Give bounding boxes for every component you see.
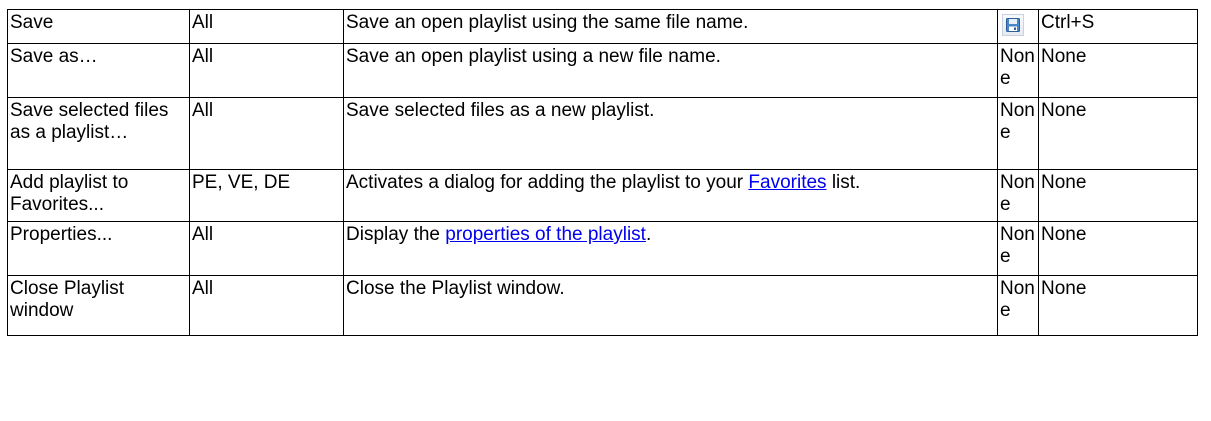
description-text-suffix: . xyxy=(645,224,652,245)
toolbar-button-cell: None xyxy=(997,275,1039,336)
favorites-link[interactable]: Favorites xyxy=(748,172,826,193)
description-text: Save selected files as a new playlist. xyxy=(346,100,655,121)
description-text: Close the Playlist window. xyxy=(346,278,565,299)
editions-cell: All xyxy=(189,275,344,336)
toolbar-button-cell: None xyxy=(997,97,1039,170)
table-row: Close Playlist window All Close the Play… xyxy=(7,275,1198,336)
toolbar-button-cell xyxy=(997,9,1039,44)
description-cell: Activates a dialog for adding the playli… xyxy=(343,169,998,222)
table-row: Save All Save an open playlist using the… xyxy=(7,9,1198,44)
shortcut-cell: None xyxy=(1038,169,1198,222)
command-name-cell: Close Playlist window xyxy=(7,275,190,336)
command-name-cell: Save xyxy=(7,9,190,44)
shortcut-cell: None xyxy=(1038,43,1198,98)
editions-cell: PE, VE, DE xyxy=(189,169,344,222)
floppy-disk-save-icon xyxy=(1002,14,1024,36)
description-cell: Save an open playlist using a new file n… xyxy=(343,43,998,98)
command-name-cell: Save as… xyxy=(7,43,190,98)
command-name-cell: Save selected files as a playlist… xyxy=(7,97,190,170)
description-cell: Save selected files as a new playlist. xyxy=(343,97,998,170)
editions-cell: All xyxy=(189,9,344,44)
table-row: Save as… All Save an open playlist using… xyxy=(7,43,1198,98)
shortcut-cell: None xyxy=(1038,97,1198,170)
commands-table: Save All Save an open playlist using the… xyxy=(7,9,1198,336)
editions-cell: All xyxy=(189,221,344,276)
table-row: Save selected files as a playlist… All S… xyxy=(7,97,1198,170)
playlist-properties-link[interactable]: properties of the playlist xyxy=(445,224,646,245)
editions-cell: All xyxy=(189,43,344,98)
toolbar-button-cell: None xyxy=(997,43,1039,98)
shortcut-cell: Ctrl+S xyxy=(1038,9,1198,44)
shortcut-cell: None xyxy=(1038,221,1198,276)
description-cell: Close the Playlist window. xyxy=(343,275,998,336)
table-row: Properties... All Display the properties… xyxy=(7,221,1198,276)
description-text: Display the xyxy=(346,224,446,245)
description-text: Activates a dialog for adding the playli… xyxy=(346,172,749,193)
toolbar-button-cell: None xyxy=(997,169,1039,222)
editions-cell: All xyxy=(189,97,344,170)
description-text: Save an open playlist using the same fil… xyxy=(346,12,749,33)
toolbar-button-cell: None xyxy=(997,221,1039,276)
description-cell: Save an open playlist using the same fil… xyxy=(343,9,998,44)
command-name-cell: Add playlist to Favorites... xyxy=(7,169,190,222)
description-text-suffix: list. xyxy=(826,172,861,193)
description-cell: Display the properties of the playlist. xyxy=(343,221,998,276)
description-text: Save an open playlist using a new file n… xyxy=(346,46,721,67)
table-row: Add playlist to Favorites... PE, VE, DE … xyxy=(7,169,1198,222)
shortcut-cell: None xyxy=(1038,275,1198,336)
command-name-cell: Properties... xyxy=(7,221,190,276)
